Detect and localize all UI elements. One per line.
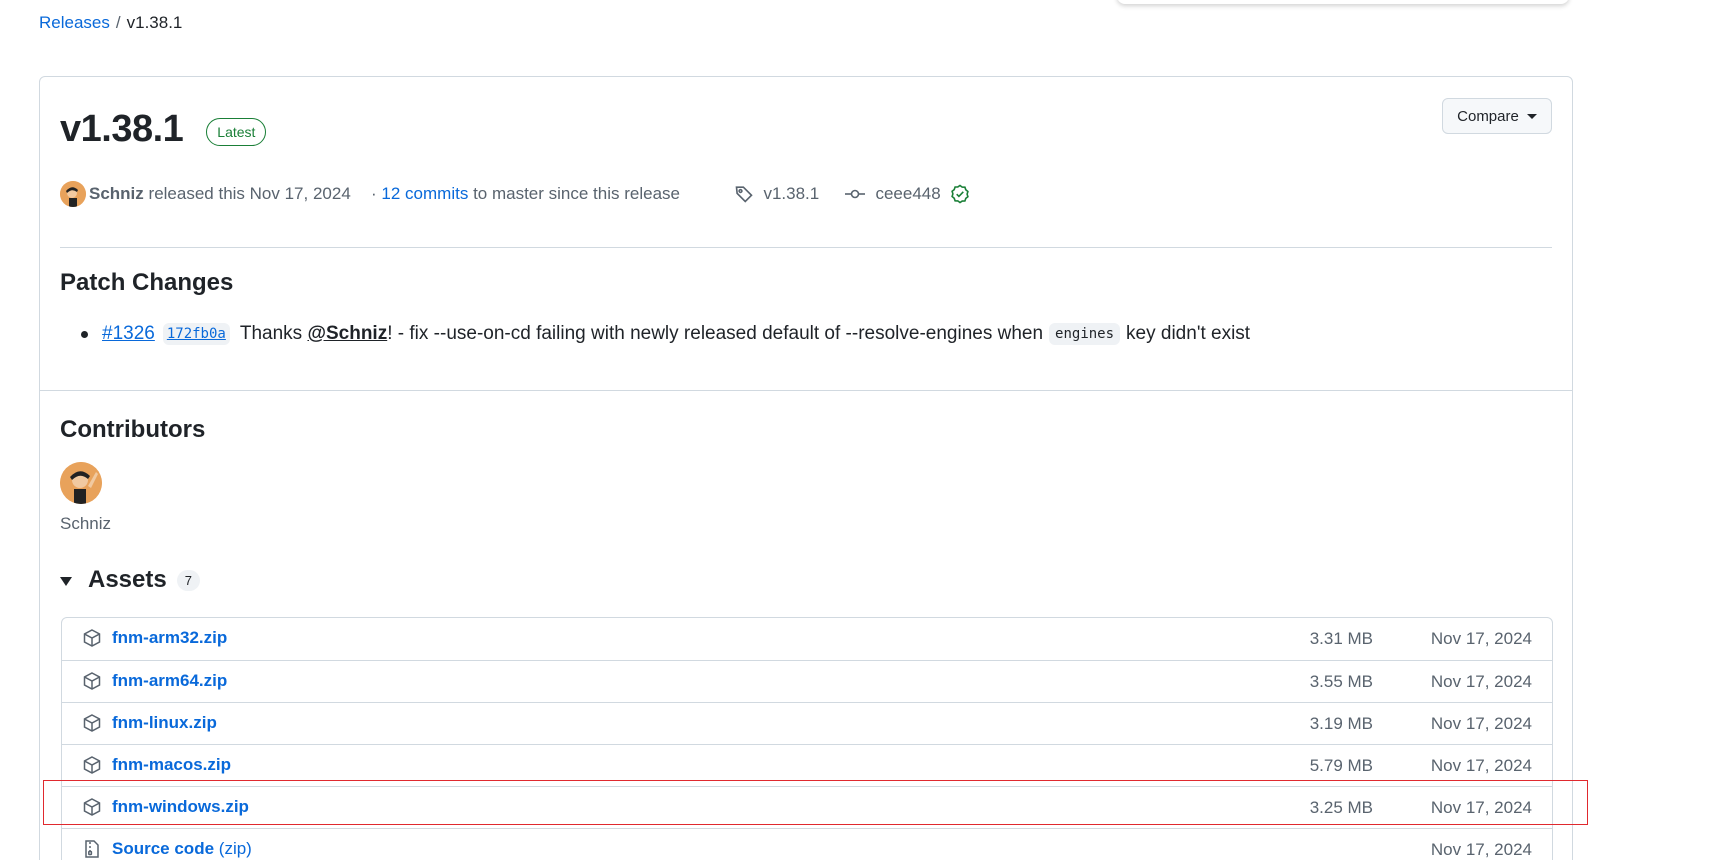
divider [60, 247, 1552, 248]
assets-list: fnm-arm32.zip 3.31 MB Nov 17, 2024 fnm-a… [61, 617, 1553, 860]
package-icon [83, 672, 101, 690]
release-meta: Schniz released this Nov 17, 2024 · 12 c… [60, 180, 1540, 208]
asset-link-label: Source code [112, 839, 215, 858]
commit-icon [845, 189, 865, 199]
verified-check-icon[interactable] [950, 184, 970, 204]
change-list-item: #1326 172fb0a Thanks @Schniz ! - fix --u… [81, 323, 1250, 345]
contributor-avatar[interactable] [60, 462, 102, 504]
asset-date: Nov 17, 2024 [1430, 672, 1532, 691]
commit-sha-link[interactable]: 172fb0a [162, 323, 230, 345]
breadcrumb-releases-link[interactable]: Releases [39, 13, 110, 33]
asset-link-format: (zip) [218, 839, 252, 858]
asset-date: Nov 17, 2024 [1430, 756, 1532, 775]
tag-link[interactable]: v1.38.1 [734, 180, 819, 208]
popover-edge [1117, 0, 1569, 4]
assets-count-badge: 7 [176, 569, 200, 591]
asset-date: Nov 17, 2024 [1430, 714, 1532, 733]
asset-link[interactable]: fnm-windows.zip [112, 797, 249, 817]
asset-link[interactable]: Source code (zip) [112, 839, 252, 859]
assets-heading: Assets [88, 566, 167, 593]
package-icon [83, 629, 101, 647]
commits-suffix: to master since this release [473, 184, 680, 203]
asset-row: Source code (zip) Nov 17, 2024 [62, 828, 1552, 860]
package-icon [83, 714, 101, 732]
asset-row: fnm-arm64.zip 3.55 MB Nov 17, 2024 [62, 660, 1552, 702]
asset-link[interactable]: fnm-arm64.zip [112, 671, 227, 691]
asset-link[interactable]: fnm-macos.zip [112, 755, 231, 775]
commit-link[interactable]: ceee448 [844, 180, 970, 208]
contributors-heading: Contributors [60, 416, 206, 443]
chevron-down-icon [1526, 113, 1537, 119]
breadcrumb: Releases / v1.38.1 [39, 13, 182, 33]
package-icon [83, 798, 101, 816]
asset-size: 3.19 MB [1309, 714, 1373, 733]
release-title-row: v1.38.1 Latest [60, 108, 267, 151]
asset-link[interactable]: fnm-arm32.zip [112, 628, 227, 648]
asset-size: 3.25 MB [1309, 798, 1373, 817]
tag-icon [735, 186, 753, 203]
release-card: v1.38.1 Latest Compare Schniz released t… [39, 76, 1573, 860]
mention-link[interactable]: @Schniz [307, 323, 387, 345]
author-avatar[interactable] [60, 180, 86, 208]
asset-row: fnm-macos.zip 5.79 MB Nov 17, 2024 [62, 744, 1552, 786]
inline-code: engines [1049, 323, 1121, 345]
release-date-text: released this Nov 17, 2024 [148, 184, 351, 203]
asset-date: Nov 17, 2024 [1430, 840, 1532, 859]
avatar [60, 181, 86, 207]
latest-badge: Latest [206, 117, 267, 146]
asset-link[interactable]: fnm-linux.zip [112, 713, 217, 733]
release-version-title[interactable]: v1.38.1 [60, 108, 184, 151]
contributor-name[interactable]: Schniz [60, 514, 111, 534]
asset-date: Nov 17, 2024 [1430, 798, 1532, 817]
commits-link[interactable]: 12 commits [381, 184, 468, 204]
tag-label: v1.38.1 [763, 184, 820, 203]
pr-link[interactable]: #1326 [102, 323, 155, 345]
patch-changes-heading: Patch Changes [60, 269, 234, 296]
divider [40, 390, 1572, 391]
asset-size: 3.31 MB [1309, 629, 1373, 648]
thanks-text: Thanks [239, 323, 303, 344]
change-text-end: key didn't exist [1126, 323, 1251, 344]
file-zip-icon [85, 840, 99, 858]
package-icon [83, 756, 101, 774]
compare-label: Compare [1457, 107, 1519, 125]
commits-prefix: · [371, 184, 377, 203]
commit-sha: ceee448 [875, 184, 941, 203]
bullet [81, 330, 88, 338]
breadcrumb-current: v1.38.1 [126, 13, 183, 32]
asset-row: fnm-linux.zip 3.19 MB Nov 17, 2024 [62, 702, 1552, 744]
asset-row: fnm-arm32.zip 3.31 MB Nov 17, 2024 [62, 618, 1552, 660]
asset-row: fnm-windows.zip 3.25 MB Nov 17, 2024 [62, 786, 1552, 828]
asset-size: 3.55 MB [1309, 672, 1373, 691]
author-link[interactable]: Schniz [89, 184, 144, 204]
breadcrumb-separator: / [115, 13, 121, 32]
asset-date: Nov 17, 2024 [1430, 629, 1532, 648]
change-text: ! - fix --use-on-cd failing with newly r… [387, 323, 1044, 344]
assets-toggle[interactable]: Assets 7 [60, 566, 200, 594]
asset-size: 5.79 MB [1309, 756, 1373, 775]
compare-button[interactable]: Compare [1442, 98, 1552, 134]
triangle-down-icon [60, 577, 72, 586]
